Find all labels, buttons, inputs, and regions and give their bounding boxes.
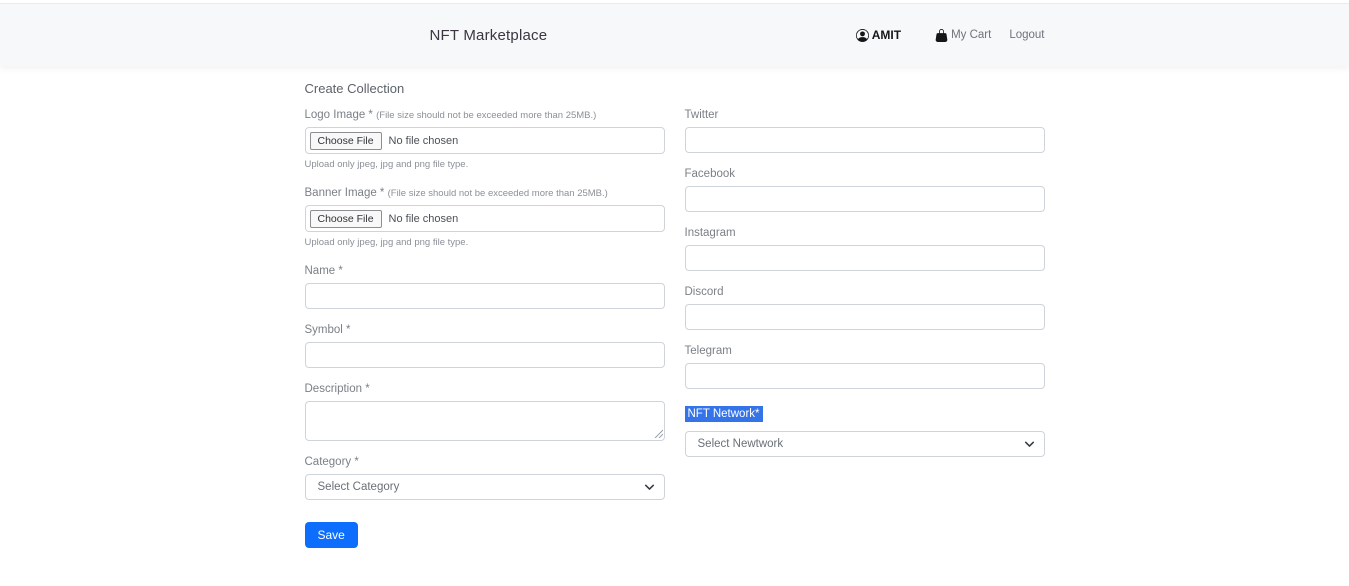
name-group: Name * [305, 265, 665, 309]
instagram-label: Instagram [685, 227, 1045, 239]
instagram-group: Instagram [685, 227, 1045, 271]
twitter-label: Twitter [685, 109, 1045, 121]
logo-image-group: Logo Image * (File size should not be ex… [305, 109, 665, 170]
symbol-label: Symbol * [305, 324, 665, 336]
banner-image-label: Banner Image * (File size should not be … [305, 187, 665, 199]
nft-network-selected-value: Select Newtwork [698, 438, 784, 450]
person-circle-icon [856, 29, 869, 42]
navbar-container: NFT Marketplace AMIT My Cart [305, 4, 1045, 66]
logo-size-note: (File size should not be exceeded more t… [376, 110, 596, 121]
logo-file-input[interactable]: Choose File No file chosen [305, 127, 665, 154]
instagram-input[interactable] [685, 245, 1045, 271]
navbar-links: AMIT My Cart Logout [856, 28, 1045, 42]
symbol-input[interactable] [305, 342, 665, 368]
facebook-input[interactable] [685, 186, 1045, 212]
category-selected-value: Select Category [318, 481, 400, 493]
cart-bag-icon [935, 29, 948, 42]
logo-file-status: No file chosen [389, 135, 459, 147]
symbol-group: Symbol * [305, 324, 665, 368]
logo-file-hint: Upload only jpeg, jpg and png file type. [305, 159, 665, 170]
brand-title[interactable]: NFT Marketplace [430, 27, 548, 44]
discord-label: Discord [685, 286, 1045, 298]
description-textarea[interactable] [305, 401, 665, 441]
telegram-group: Telegram [685, 345, 1045, 389]
nft-network-select[interactable]: Select Newtwork [685, 431, 1045, 457]
create-collection-form: Create Collection Logo Image * (File siz… [305, 66, 1045, 548]
save-button[interactable]: Save [305, 522, 358, 548]
logo-image-label: Logo Image * (File size should not be ex… [305, 109, 665, 121]
banner-size-note: (File size should not be exceeded more t… [388, 188, 608, 199]
facebook-group: Facebook [685, 168, 1045, 212]
telegram-input[interactable] [685, 363, 1045, 389]
logout-label: Logout [1009, 29, 1044, 41]
user-menu[interactable]: AMIT [856, 28, 901, 42]
discord-group: Discord [685, 286, 1045, 330]
chevron-down-icon [644, 482, 655, 493]
facebook-label: Facebook [685, 168, 1045, 180]
logo-choose-file-button[interactable]: Choose File [310, 132, 382, 150]
nft-network-group: NFT Network* Select Newtwork [685, 404, 1045, 457]
banner-choose-file-button[interactable]: Choose File [310, 210, 382, 228]
name-label: Name * [305, 265, 665, 277]
banner-image-group: Banner Image * (File size should not be … [305, 187, 665, 248]
banner-file-hint: Upload only jpeg, jpg and png file type. [305, 237, 665, 248]
my-cart-label: My Cart [951, 29, 991, 41]
banner-file-input[interactable]: Choose File No file chosen [305, 205, 665, 232]
description-label: Description * [305, 383, 665, 395]
form-right-column: Twitter Facebook Instagram Discord Teleg… [685, 109, 1045, 472]
name-input[interactable] [305, 283, 665, 309]
navbar: NFT Marketplace AMIT My Cart [0, 3, 1349, 66]
category-label: Category * [305, 456, 665, 468]
twitter-input[interactable] [685, 127, 1045, 153]
description-group: Description * [305, 383, 665, 441]
my-cart-link[interactable]: My Cart [935, 29, 991, 42]
banner-file-status: No file chosen [389, 213, 459, 225]
telegram-label: Telegram [685, 345, 1045, 357]
logout-link[interactable]: Logout [1009, 29, 1044, 41]
chevron-down-icon [1024, 439, 1035, 450]
category-group: Category * Select Category [305, 456, 665, 500]
nft-network-label: NFT Network* [685, 406, 763, 422]
resize-handle-icon[interactable] [654, 429, 663, 438]
discord-input[interactable] [685, 304, 1045, 330]
user-name: AMIT [872, 28, 901, 42]
page-title: Create Collection [305, 81, 1045, 96]
twitter-group: Twitter [685, 109, 1045, 153]
form-left-column: Logo Image * (File size should not be ex… [305, 109, 665, 548]
category-select[interactable]: Select Category [305, 474, 665, 500]
